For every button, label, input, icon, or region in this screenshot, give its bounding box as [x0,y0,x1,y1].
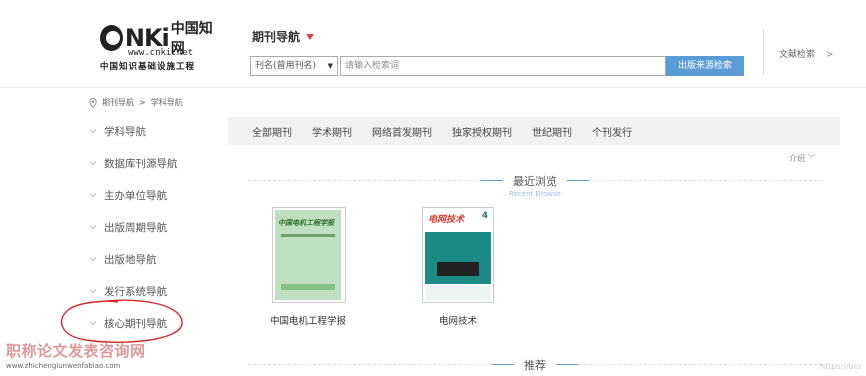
cover-mark [281,284,335,290]
tab-academic-journals[interactable]: 学术期刊 [312,124,352,139]
journal-cover[interactable]: 中国电机工程学报 [272,207,347,303]
logo-subtitle: 中国知识基础设施工程 [100,62,196,72]
source-search-button[interactable]: 出版来源检索 [666,56,744,76]
breadcrumb-item-subject-nav[interactable]: 学科导航 [151,97,183,108]
watermark-url: www.zhichenglunwenfabiao.com [6,362,121,370]
header-divider [763,30,764,74]
breadcrumb-item-journal-nav[interactable]: 期刊导航 [102,97,134,108]
red-circle-annotation [60,299,183,343]
chevron-down-icon [89,289,97,294]
caret-down-icon [306,33,315,40]
journal-nav-dropdown[interactable]: 期刊导航 [252,28,315,45]
header: NKi 中国知网 www.cnki.net 中国知识基础设施工程 期刊导航 刊名… [0,0,866,88]
tab-online-first-journals[interactable]: 网络首发期刊 [372,124,432,139]
select-arrow-icon: ▼ [327,62,333,70]
sidebar-item-sponsor[interactable]: 主办单位导航 [88,179,218,211]
journal-card[interactable]: 中国电机工程学报 中国电机工程学报 [270,207,347,327]
journal-card[interactable]: 电网技术 4 电网技术 [422,207,494,327]
cover-footer [425,286,491,300]
literature-search-label: 文献检索 [779,50,816,60]
journal-nav-label: 期刊导航 [252,30,301,44]
sidebar-item-label: 学科导航 [104,125,146,138]
journal-name[interactable]: 中国电机工程学报 [270,313,346,327]
breadcrumb-separator: > [139,98,146,107]
tab-all-journals[interactable]: 全部期刊 [252,124,292,139]
sidebar-item-database-source[interactable]: 数据库刊源导航 [88,147,218,179]
cover-band [281,234,335,237]
sidebar-item-label: 发行系统导航 [104,285,167,298]
journal-name[interactable]: 电网技术 [422,313,494,327]
journal-type-tabs: 全部期刊 学术期刊 网络首发期刊 独家授权期刊 世纪期刊 个刊发行 [228,117,840,145]
sidebar-item-subject[interactable]: 学科导航 [88,115,218,147]
sidebar-item-publication-cycle[interactable]: 出版周期导航 [88,211,218,243]
chevron-down-icon [89,193,97,198]
cover-band [425,232,491,284]
sidebar-item-label: 出版地导航 [104,253,157,266]
recommend-title: 推荐 [492,357,578,373]
logo-c-icon [100,25,123,51]
watermark-right-text: https://blo [820,362,861,371]
watermark-text: 职称论文发表咨询网 [6,342,146,360]
recent-browse-subtitle: Recent Browse [509,190,561,198]
location-pin-icon [89,97,97,108]
breadcrumb: 期刊导航 > 学科导航 [89,97,183,108]
cover-number: 4 [481,211,488,221]
cover-device-image [437,262,479,276]
search-field-select-value: 刊名(曾用刊名) [255,61,317,71]
cover-title: 电网技术 [428,215,465,225]
watermark: 职称论文发表咨询网 www.zhichenglunwenfabiao.com [6,340,146,370]
sidebar-item-label: 主办单位导航 [104,189,167,202]
chevron-right-icon: > [825,50,834,60]
sidebar-item-publication-place[interactable]: 出版地导航 [88,243,218,275]
sidebar-item-label: 出版周期导航 [104,221,167,234]
chevron-down-icon [89,225,97,230]
intro-toggle[interactable]: 介绍 ﹀ [789,153,816,164]
chevron-down-icon [89,257,97,262]
journal-cover[interactable]: 电网技术 4 [422,207,494,303]
sidebar-item-label: 数据库刊源导航 [104,157,178,170]
recent-browse-title: 最近浏览 [481,173,589,189]
tab-exclusive-journals[interactable]: 独家授权期刊 [452,124,512,139]
chevron-down-icon [89,129,97,134]
tab-individual-issue[interactable]: 个刊发行 [592,124,632,139]
search-input[interactable]: 请输入检索词 [340,56,666,76]
chevron-down-icon [89,161,97,166]
recommend-heading: 推荐 [248,357,822,373]
cnki-logo[interactable]: NKi 中国知网 www.cnki.net 中国知识基础设施工程 [100,21,220,74]
cover-title: 中国电机工程学报 [278,219,334,227]
literature-search-link[interactable]: 文献检索 > [779,47,833,60]
tab-century-journals[interactable]: 世纪期刊 [532,124,572,139]
search-field-select[interactable]: 刊名(曾用刊名) ▼ [250,56,338,76]
recent-browse-heading: 最近浏览 Recent Browse [248,173,822,198]
